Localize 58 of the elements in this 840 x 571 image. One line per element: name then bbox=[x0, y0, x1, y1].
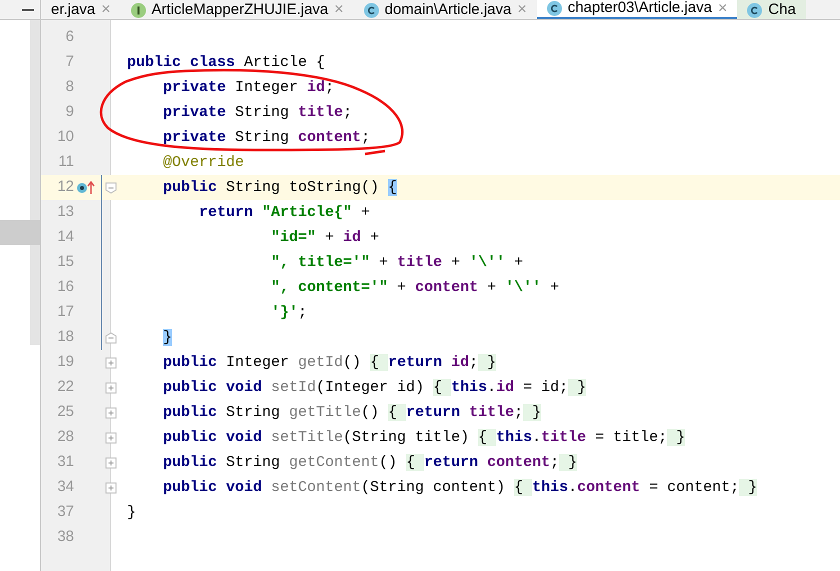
line-number: 37 bbox=[57, 503, 74, 520]
code-line: ", title='" + title + '\'' + bbox=[270, 252, 524, 272]
line-number: 9 bbox=[66, 103, 74, 120]
code-line: public Integer getId() { return id; } bbox=[162, 352, 496, 372]
class-icon bbox=[364, 2, 379, 18]
editor-tab[interactable]: ArticleMapperZHUJIE.java × bbox=[120, 0, 354, 19]
code-line: public String getContent() { return content; } bbox=[162, 452, 578, 472]
line-number: 25 bbox=[57, 403, 74, 420]
fold-marker-icon[interactable] bbox=[105, 182, 117, 194]
code-line: private String title; bbox=[162, 102, 352, 122]
override-icon[interactable] bbox=[77, 180, 97, 194]
line-number: 38 bbox=[57, 528, 74, 546]
editor-tab[interactable]: chapter03\Article.java × bbox=[536, 0, 738, 19]
code-line: public void setContent(String content) { this.content = content; } bbox=[162, 478, 758, 498]
code-line: public void setId(Integer id) { this.id = id; } bbox=[162, 378, 586, 398]
line-number: 6 bbox=[66, 28, 74, 46]
fold-marker-icon[interactable] bbox=[105, 332, 117, 344]
line-number: 34 bbox=[57, 478, 74, 496]
minimize-icon[interactable] bbox=[22, 8, 34, 10]
line-number: 13 bbox=[57, 203, 74, 220]
line-number: 16 bbox=[57, 278, 74, 296]
code-line: public String toString() { bbox=[162, 178, 398, 198]
code-line: ", content='" + content + '\'' + bbox=[270, 278, 560, 298]
class-icon bbox=[747, 2, 762, 18]
line-number: 11 bbox=[58, 153, 74, 170]
line-number: 14 bbox=[57, 228, 74, 246]
fold-marker-icon[interactable] bbox=[105, 432, 117, 444]
line-number: 19 bbox=[57, 353, 74, 370]
interface-icon bbox=[130, 2, 146, 18]
editor-tab[interactable]: Cha bbox=[737, 0, 806, 19]
line-number: 15 bbox=[57, 253, 74, 270]
fold-marker-icon[interactable] bbox=[105, 356, 117, 368]
editor-tab[interactable]: er.java × bbox=[41, 0, 121, 19]
code-line: public void setTitle(String title) { this.title = title; } bbox=[162, 428, 686, 448]
fold-marker-icon[interactable] bbox=[105, 482, 117, 494]
line-number: 22 bbox=[57, 378, 74, 396]
code-line: public class Article { bbox=[126, 52, 326, 72]
code-line: "id=" + id + bbox=[270, 228, 380, 248]
line-number: 8 bbox=[66, 78, 74, 96]
line-number: 7 bbox=[66, 53, 74, 70]
editor-tab[interactable]: domain\Article.java × bbox=[354, 0, 537, 19]
code-line: public String getTitle() { return title; } bbox=[162, 402, 542, 422]
line-number: 31 bbox=[57, 453, 74, 470]
fold-marker-icon[interactable] bbox=[105, 406, 117, 418]
line-number: 28 bbox=[57, 428, 74, 446]
line-number: 12 bbox=[57, 178, 74, 196]
code-line: '}'; bbox=[270, 302, 308, 322]
code-line: return "Article{" + bbox=[198, 202, 370, 222]
line-number: 17 bbox=[57, 303, 74, 320]
fold-marker-icon[interactable] bbox=[105, 382, 117, 394]
code-line: @Override bbox=[162, 152, 244, 172]
line-number: 10 bbox=[57, 128, 74, 146]
class-icon bbox=[546, 1, 562, 16]
fold-marker-icon[interactable] bbox=[105, 456, 117, 468]
line-number: 18 bbox=[57, 328, 74, 346]
code-line: private String content; bbox=[162, 128, 370, 148]
code-line: private Integer id; bbox=[162, 78, 334, 98]
code-line: } bbox=[126, 502, 136, 522]
